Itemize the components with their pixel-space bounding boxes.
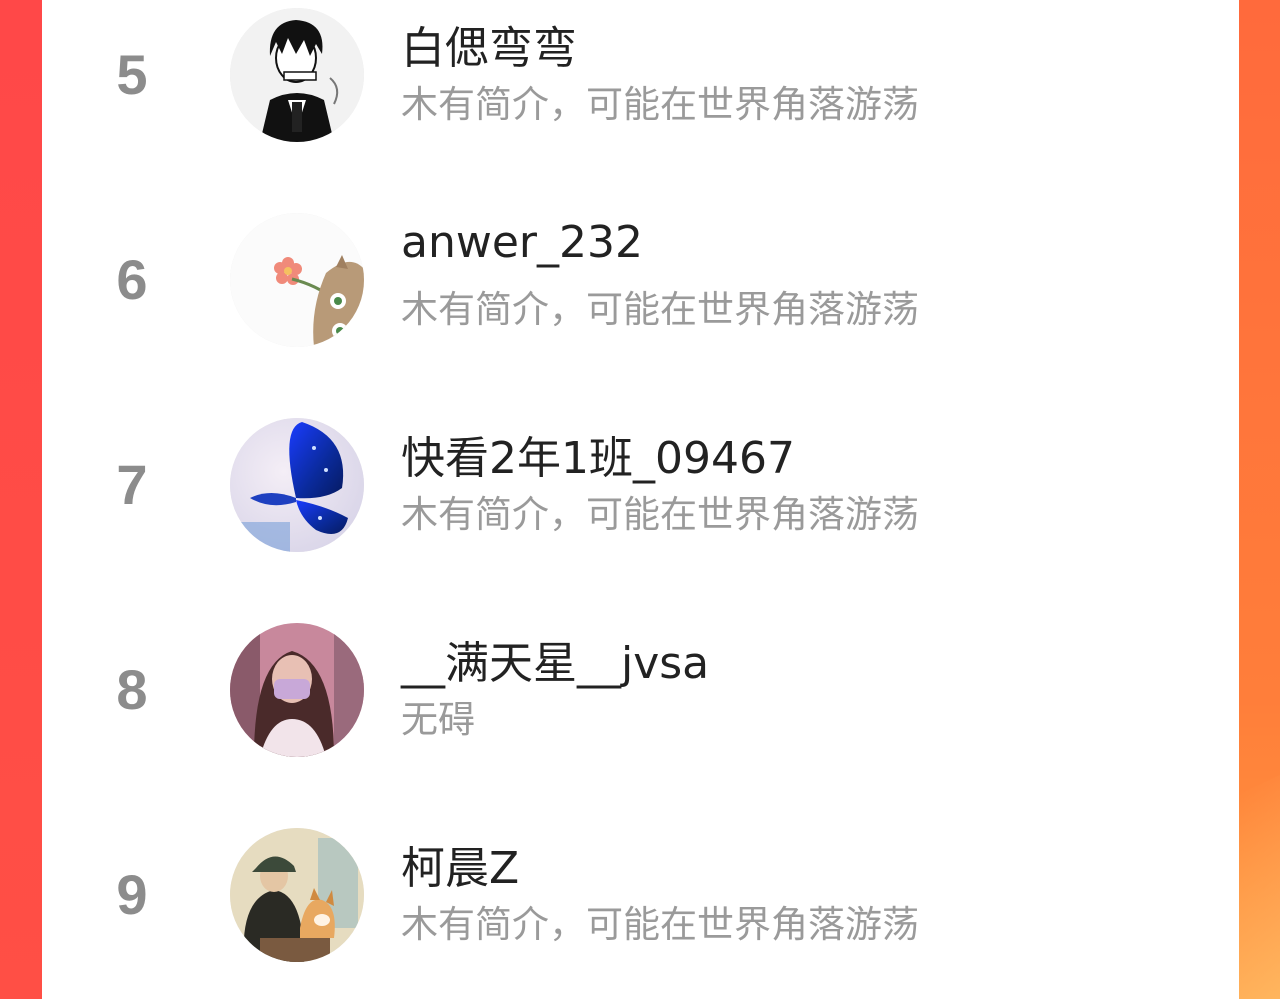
user-name[interactable]: __满天星__jvsa [401, 627, 709, 691]
background-right-edge [1239, 0, 1280, 999]
blue-butterfly-avatar-icon[interactable] [230, 418, 364, 552]
user-bio: 木有简介，可能在世界角落游荡 [401, 288, 919, 331]
rank-number: 8 [116, 658, 148, 721]
user-bio: 木有简介，可能在世界角落游荡 [401, 903, 919, 946]
user-bio: 木有简介，可能在世界角落游荡 [401, 83, 919, 126]
rank-number: 7 [116, 453, 148, 516]
user-name[interactable]: 白偲弯弯 [401, 12, 577, 76]
ranking-row[interactable]: 6 anwer_232 木有简介，可能在世界角落游荡 [42, 205, 1239, 410]
ranking-row[interactable]: 9 柯晨Z 木有简介，可能在世界角落游荡 [42, 820, 1239, 999]
rank-number: 5 [116, 43, 148, 106]
ranking-row[interactable]: 7 快看2年1班_09467 木有简介，可能在世界角落游荡 [42, 410, 1239, 615]
ranking-row[interactable]: 5 白偲弯弯 木有简介，可能在世界角落游荡 [42, 0, 1239, 205]
background-left-edge [0, 0, 42, 999]
user-bio: 无碍 [401, 698, 475, 741]
user-bio: 木有简介，可能在世界角落游荡 [401, 493, 919, 536]
user-name[interactable]: 柯晨Z [401, 832, 519, 896]
ranking-list-panel: 5 白偲弯弯 木有简介，可能在世界角落游荡 6 anwer_232 木有简介，可… [42, 0, 1239, 999]
rank-number: 6 [116, 248, 148, 311]
anime-boy-avatar-icon[interactable] [230, 8, 364, 142]
user-name[interactable]: anwer_232 [401, 217, 643, 268]
cat-flower-avatar-icon[interactable] [230, 213, 364, 347]
rank-number: 9 [116, 863, 148, 926]
masked-girl-avatar-icon[interactable] [230, 623, 364, 757]
illustration-dog-avatar-icon[interactable] [230, 828, 364, 962]
ranking-row[interactable]: 8 __满天星__jvsa 无碍 [42, 615, 1239, 820]
user-name[interactable]: 快看2年1班_09467 [401, 422, 795, 486]
